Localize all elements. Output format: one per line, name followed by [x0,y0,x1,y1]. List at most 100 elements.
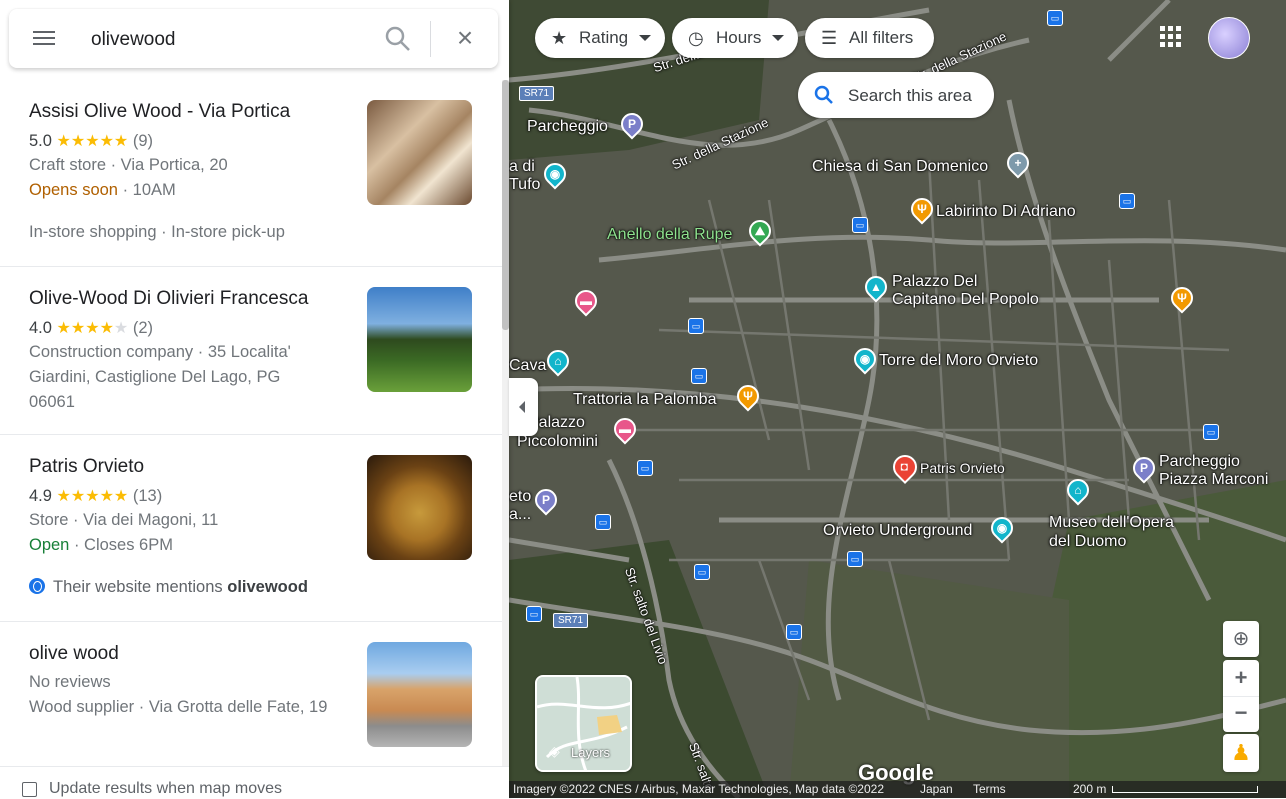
hours-filter-chip[interactable]: ◷ Hours [672,18,798,58]
result-website-mention[interactable]: Their website mentions olivewood [29,578,308,597]
rating-filter-chip[interactable]: ★ Rating [535,18,665,58]
result-name[interactable]: Assisi Olive Wood - Via Portica [29,101,290,123]
result-rating: 4.0 ★★★★★ (2) [29,319,154,337]
zoom-control: + − [1223,660,1259,732]
bus-stop-icon-11[interactable]: ▭ [786,624,802,640]
search-button[interactable] [385,26,411,52]
layers-label: Layers [571,745,611,760]
search-input[interactable] [89,26,373,54]
result-name[interactable]: Olive-Wood Di Olivieri Francesca [29,288,308,310]
map-label-labirinto[interactable]: Labirinto Di Adriano [936,203,1076,221]
chevron-left-icon [519,401,525,413]
close-icon[interactable]: × [453,24,477,52]
result-category-address: Craft store · Via Portica, 20 [29,156,228,174]
map-label-chiesa[interactable]: Chiesa di San Domenico [812,158,988,176]
street-view-pegman-icon[interactable]: ♟ [1223,734,1259,772]
star-rating-icon: ★★★★★ [56,320,129,337]
map-label-cava[interactable]: Cava [509,357,546,375]
result-rating: 5.0 ★★★★★ (9) [29,132,154,150]
star-rating-icon: ★★★★★ [56,133,129,150]
divider [430,21,431,57]
map-label-parcheggio-marconi-2[interactable]: Piazza Marconi [1159,471,1268,489]
result-address-3: 06061 [29,393,75,411]
result-item[interactable]: Assisi Olive Wood - Via Portica 5.0 ★★★★… [0,80,503,267]
clock-icon: ◷ [688,28,704,48]
map-label-left-3-1[interactable]: eto [509,488,531,506]
bus-stop-icon-10[interactable]: ▭ [526,606,542,622]
result-item[interactable]: Olive-Wood Di Olivieri Francesca 4.0 ★★★… [0,267,503,435]
bus-stop-icon-4[interactable]: ▭ [688,318,704,334]
bus-stop-icon-6[interactable]: ▭ [637,460,653,476]
bus-stop-icon-8[interactable]: ▭ [847,551,863,567]
map-label-trattoria[interactable]: Trattoria la Palomba [573,391,716,409]
road-shield-sr71-2: SR71 [553,613,589,628]
all-filters-chip[interactable]: ☰ All filters [805,18,934,58]
map-label-museo-1[interactable]: Museo dell'Opera [1049,514,1174,532]
bus-stop-icon[interactable]: ▭ [1047,10,1063,26]
collapse-panel-button[interactable] [509,378,538,436]
bus-stop-icon-5[interactable]: ▭ [691,368,707,384]
result-hours: Opens soon · 10AM [29,181,176,199]
search-this-area-button[interactable]: Search this area [798,72,994,118]
chevron-down-icon-2 [772,35,784,41]
map-label-tufo-1[interactable]: a di [509,158,535,176]
map-label-parcheggio-marconi-1[interactable]: Parcheggio [1159,453,1240,471]
result-item[interactable]: olive wood No reviews Wood supplier · Vi… [0,622,503,766]
bus-stop-icon-7[interactable]: ▭ [595,514,611,530]
map-label-torre[interactable]: Torre del Moro Orvieto [879,352,1038,370]
chevron-down-icon [639,35,651,41]
map-label-palazzo-capitano-1[interactable]: Palazzo Del [892,273,977,291]
imagery-credit: Imagery ©2022 CNES / Airbus, Maxar Techn… [513,782,884,796]
result-name[interactable]: olive wood [29,643,119,665]
map-label-museo-2[interactable]: del Duomo [1049,533,1126,551]
map-label-underground[interactable]: Orvieto Underground [823,522,972,540]
scale-label[interactable]: 200 m [1073,781,1106,798]
results-footer: Update results when map moves [0,766,509,799]
result-category-address: Construction company · 35 Localita' [29,343,291,361]
bus-stop-icon-3[interactable]: ▭ [1119,193,1135,209]
menu-icon[interactable] [31,27,57,51]
globe-icon [29,578,45,594]
map-label-left-3-2[interactable]: a... [509,506,531,524]
update-results-checkbox[interactable] [22,782,37,797]
star-rating-icon: ★★★★★ [56,488,129,505]
result-thumbnail[interactable] [367,100,472,205]
bus-stop-icon-12[interactable]: ▭ [1203,424,1219,440]
region-link[interactable]: Japan [920,781,953,798]
result-services: In-store shopping · In-store pick-up [29,223,285,241]
result-name[interactable]: Patris Orvieto [29,456,144,478]
scrollbar-thumb[interactable] [502,80,509,330]
result-hours: Open · Closes 6PM [29,536,173,554]
result-category-address: Store · Via dei Magoni, 11 [29,511,219,529]
results-scrollbar[interactable] [502,80,509,766]
result-item[interactable]: Patris Orvieto 4.9 ★★★★★ (13) Store · Vi… [0,435,503,622]
zoom-in-button[interactable]: + [1223,660,1259,696]
update-results-label[interactable]: Update results when map moves [49,780,282,798]
star-icon: ★ [551,28,568,48]
zoom-out-button[interactable]: − [1223,696,1259,733]
layers-button[interactable]: ◈ Layers [535,675,632,772]
apps-grid-icon[interactable] [1160,26,1182,48]
bus-stop-icon-2[interactable]: ▭ [852,217,868,233]
my-location-button[interactable]: ⊕ [1223,621,1259,657]
map-label-parcheggio[interactable]: Parcheggio [527,118,608,136]
hours-chip-label: Hours [716,28,762,47]
map-label-palazzo-capitano-2[interactable]: Capitano Del Popolo [892,291,1039,309]
map-label-anello[interactable]: Anello della Rupe [607,226,732,244]
rating-chip-label: Rating [579,28,629,47]
result-thumbnail[interactable] [367,642,472,747]
crosshair-icon: ⊕ [1232,628,1250,650]
map-label-tufo-2[interactable]: Tufo [509,176,540,194]
result-category-address: Wood supplier · Via Grotta delle Fate, 1… [29,698,328,716]
scale-bar [1112,786,1258,793]
result-thumbnail[interactable] [367,455,472,560]
result-no-reviews: No reviews [29,673,111,691]
terms-link[interactable]: Terms [973,781,1006,798]
results-list: Assisi Olive Wood - Via Portica 5.0 ★★★★… [0,80,503,766]
account-avatar[interactable] [1208,17,1250,59]
bus-stop-icon-9[interactable]: ▭ [694,564,710,580]
result-thumbnail[interactable] [367,287,472,392]
tune-icon: ☰ [821,28,838,48]
map-label-patris[interactable]: Patris Orvieto [920,459,1005,477]
result-address-2: Giardini, Castiglione Del Lago, PG [29,368,281,386]
